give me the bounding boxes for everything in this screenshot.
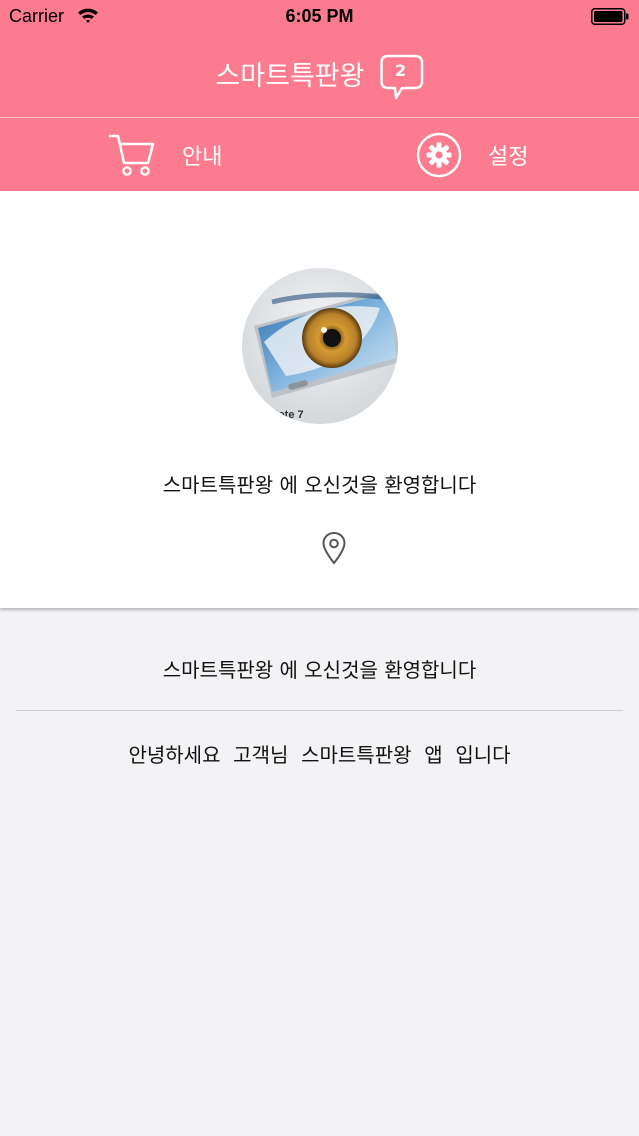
phone-eye-photo: Note 7: [242, 268, 398, 424]
title-bar: 스마트특판왕 2: [0, 34, 639, 118]
cart-icon: [108, 134, 155, 176]
message-badge-button[interactable]: 2: [379, 54, 424, 100]
nav-item-guide[interactable]: 안내: [108, 118, 222, 191]
badge-count: 2: [394, 61, 407, 80]
card-welcome-text: 스마트특판왕 에 오신것을 환영합니다: [162, 473, 477, 497]
status-bar: Carrier 6:05 PM: [0, 0, 639, 34]
avatar[interactable]: Note 7: [242, 268, 398, 424]
info-message: 안녕하세요 고객님 스마트특판왕 앱 입니다: [128, 743, 511, 767]
nav-label-settings: 설정: [488, 144, 529, 170]
info-title: 스마트특판왕 에 오신것을 환영합니다: [162, 658, 477, 682]
app-title: 스마트특판왕: [215, 61, 365, 92]
nav-item-settings[interactable]: 설정: [416, 118, 528, 191]
app-header: Carrier 6:05 PM 스마트특판왕 2 안내 설정: [0, 0, 639, 191]
battery-icon: [591, 8, 629, 25]
avatar-caption: Note 7: [270, 409, 304, 421]
app-screen: Carrier 6:05 PM 스마트특판왕 2 안내 설정 Note 7 스마…: [0, 0, 639, 1136]
profile-card: Note 7 스마트특판왕 에 오신것을 환영합니다: [0, 191, 639, 608]
status-time: 6:05 PM: [285, 6, 354, 26]
nav-label-guide: 안내: [182, 144, 223, 170]
gear-icon: [416, 132, 462, 177]
location-pin-icon[interactable]: [321, 531, 347, 565]
info-divider: [16, 710, 623, 711]
nav-bar: 안내 설정: [0, 118, 639, 191]
